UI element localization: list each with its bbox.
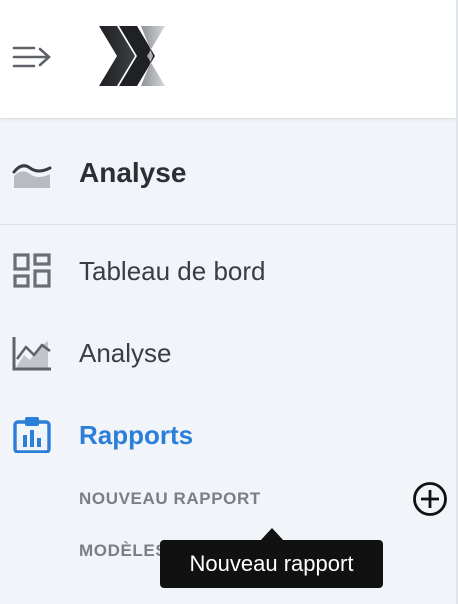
top-header — [0, 0, 456, 119]
nav-item-label: Tableau de bord — [79, 256, 266, 286]
nav-item-label: Rapports — [79, 420, 194, 450]
nav-item-rapports[interactable]: Rapports — [0, 405, 456, 465]
nav-item-tableau-de-bord[interactable]: Tableau de bord — [0, 241, 456, 301]
section-title: Analyse — [79, 157, 187, 188]
collapse-menu-icon[interactable] — [12, 44, 54, 70]
sub-item-nouveau-rapport[interactable]: NOUVEAU RAPPORT — [79, 489, 261, 509]
nav-item-analyse[interactable]: Analyse — [0, 323, 456, 383]
nav-item-label: Analyse — [79, 338, 172, 368]
dashboard-icon — [13, 253, 51, 288]
tooltip: Nouveau rapport — [160, 540, 383, 588]
plus-circle-icon[interactable] — [412, 481, 448, 517]
section-header — [0, 120, 456, 225]
area-wave-icon — [12, 164, 52, 188]
line-chart-icon — [12, 337, 51, 371]
clipboard-chart-icon — [13, 417, 51, 453]
sub-item-modeles[interactable]: MODÈLES — [79, 541, 167, 561]
x-logo[interactable] — [97, 24, 167, 88]
